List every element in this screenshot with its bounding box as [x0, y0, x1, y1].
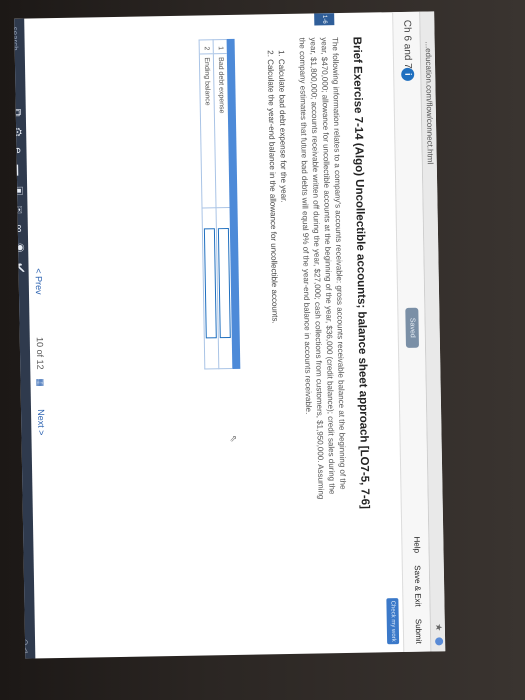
ending-balance-input[interactable] — [203, 228, 217, 339]
header-links: Help Save & Exit Submit — [412, 527, 423, 644]
row-number: 1 — [213, 40, 227, 55]
save-exit-link[interactable]: Save & Exit — [413, 565, 423, 607]
volume-icon[interactable]: ◁ — [21, 647, 28, 653]
photo-stage: ...education.com/flow/connect.html ★ Ch … — [0, 0, 525, 700]
page-count: 10 of 12 — [34, 337, 46, 370]
network-icon[interactable]: ◠ — [21, 639, 28, 645]
row-number: 2 — [199, 40, 213, 55]
store-icon[interactable]: ▣ — [14, 186, 24, 206]
pager: < Prev 10 of 12 ▦ Next > — [33, 268, 47, 435]
connect-app: ...education.com/flow/connect.html ★ Ch … — [14, 11, 446, 659]
profile-icon[interactable] — [435, 637, 444, 646]
bookmark-star-icon[interactable]: ★ — [433, 623, 444, 631]
help-link[interactable]: Help — [412, 537, 421, 554]
address-url: ...education.com/flow/connect.html — [423, 41, 435, 165]
prev-button[interactable]: < Prev — [34, 268, 44, 294]
mail-icon[interactable]: ✉ — [14, 206, 25, 225]
task-view-icon[interactable]: ⧉ — [14, 109, 23, 128]
exercise-title: Brief Exercise 7-14 (Algo) Uncollectible… — [350, 36, 371, 510]
link-icon[interactable]: ∞ — [14, 224, 25, 243]
taskbar-search[interactable]: search — [14, 27, 20, 51]
bad-debt-expense-input[interactable] — [217, 228, 231, 339]
taskbar-icons: ⧉⚙e▬▣✉∞◉✔ — [14, 109, 26, 284]
submit-link[interactable]: Submit — [414, 619, 423, 644]
chrome-icon[interactable]: ◉ — [14, 243, 25, 263]
settings-icon[interactable]: ⚙ — [14, 127, 23, 147]
chapter-title: Ch 6 and 7 — [401, 19, 414, 69]
saved-badge: Saved — [405, 307, 419, 348]
exercise-content: Brief Exercise 7-14 (Algo) Uncollectible… — [265, 37, 373, 619]
row-label: Ending balance — [199, 54, 216, 209]
row-label: Bad debt expense — [213, 54, 230, 209]
folder-icon[interactable]: ▬ — [14, 164, 24, 186]
question-tab[interactable]: 1-6 — [314, 13, 335, 26]
system-tray: ◠ ◁ — [21, 639, 29, 653]
exercise-paragraph: The following information relates to a c… — [297, 37, 348, 500]
monitor-screen: ...education.com/flow/connect.html ★ Ch … — [0, 0, 496, 700]
taskbar: search ⧉⚙e▬▣✉∞◉✔ ◠ ◁ — [14, 18, 36, 659]
answer-table: 1 Bad debt expense 2 Ending balance — [198, 38, 241, 370]
mouse-cursor-icon: ⇖ — [228, 434, 239, 443]
check-my-work-button[interactable]: Check my work — [386, 598, 400, 645]
task-list: 1. Calculate bad debt expense for the ye… — [265, 38, 297, 618]
grid-icon[interactable]: ▦ — [35, 378, 45, 387]
browser-icon[interactable]: e — [14, 147, 24, 164]
app-icon[interactable]: ✔ — [14, 263, 26, 284]
next-button[interactable]: Next > — [36, 409, 46, 435]
info-icon[interactable]: i — [401, 67, 415, 81]
